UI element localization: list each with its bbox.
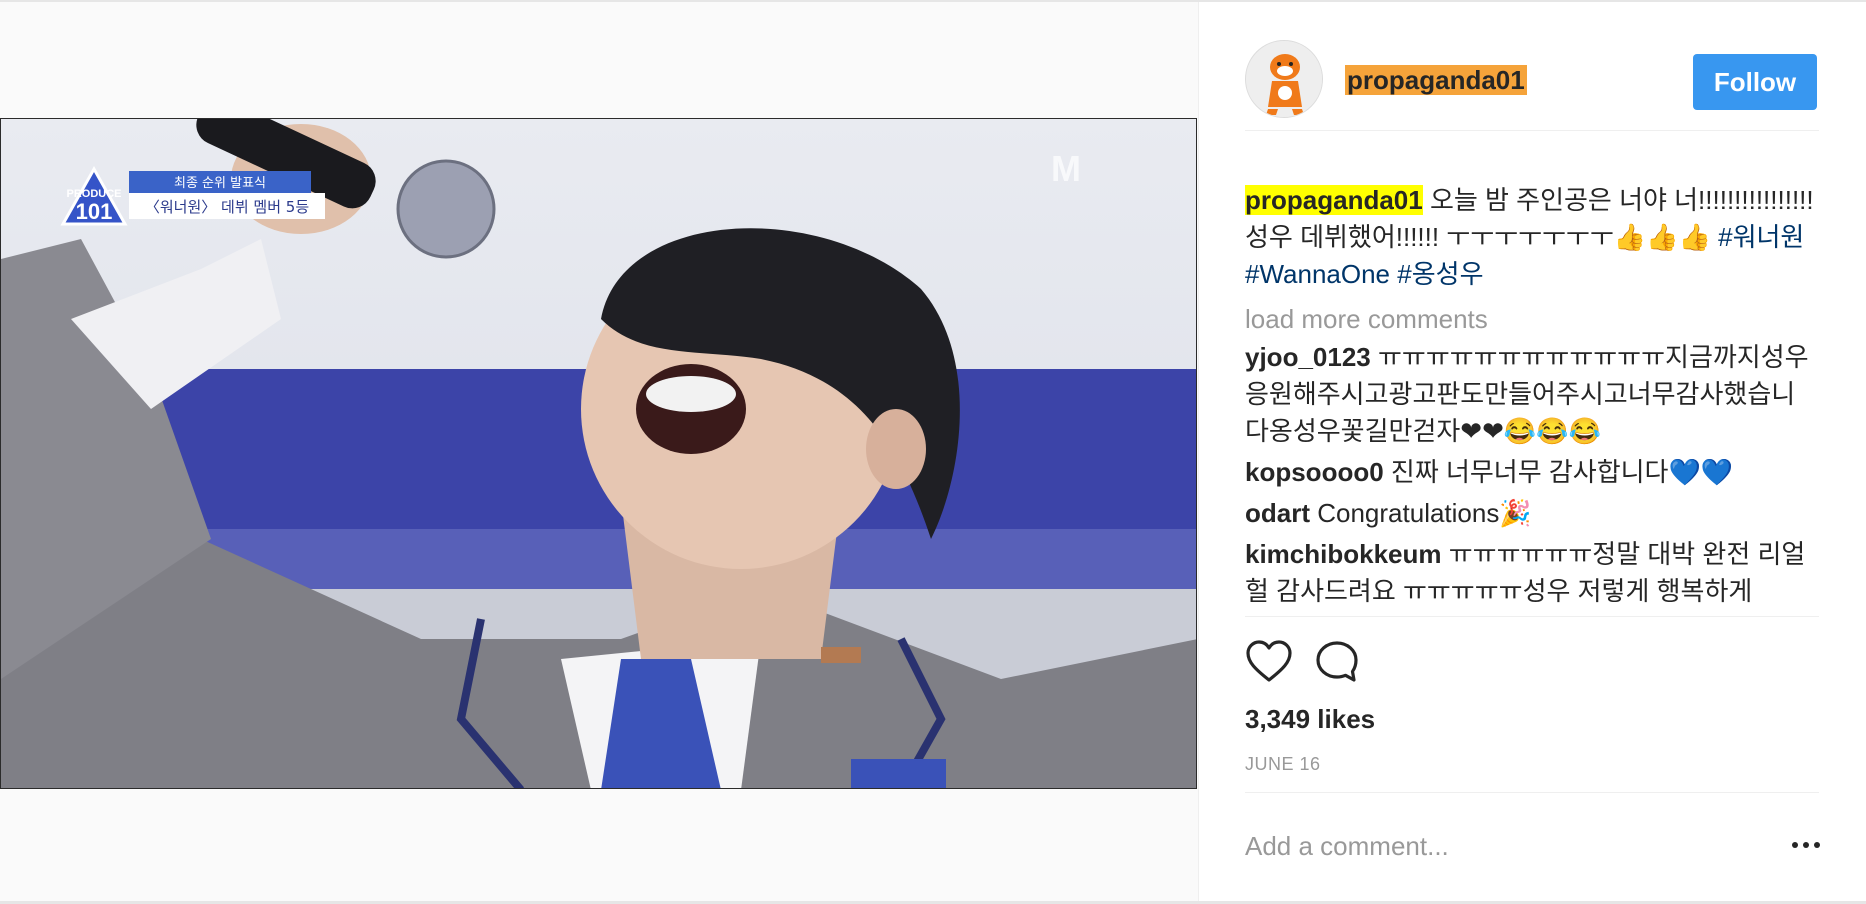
caption-line2: 〈워너원〉 데뷔 멤버 5등 [145, 198, 309, 216]
show-logo-line2: 101 [76, 199, 113, 224]
avatar[interactable] [1245, 40, 1323, 118]
channel-logo: M [1051, 148, 1081, 189]
comment-item: kopsoooo0 진짜 너무너무 감사합니다💙💙 [1245, 454, 1819, 491]
comment-username[interactable]: kopsoooo0 [1245, 457, 1384, 487]
caption: propaganda01 오늘 밤 주인공은 너야 너!!!!!!!!!!!!!… [1245, 182, 1819, 293]
footer-divider [1245, 792, 1819, 793]
post-details-panel: propaganda01 Follow propaganda01 오늘 밤 주인… [1198, 2, 1866, 901]
caption-line1: 최종 순위 발표식 [174, 176, 266, 191]
caption-username[interactable]: propaganda01 [1245, 185, 1423, 215]
broadcast-caption: 최종 순위 발표식 〈워너원〉 데뷔 멤버 5등 [129, 171, 325, 219]
hashtag-link[interactable]: #WannaOne [1245, 259, 1390, 289]
comment-username[interactable]: odart [1245, 498, 1310, 528]
post-actions [1245, 638, 1445, 688]
video-frame-illustration: PRODUCE 101 최종 순위 발표식 〈워너원〉 데뷔 멤버 5등 M [1, 119, 1196, 788]
more-options-icon[interactable] [1791, 832, 1821, 856]
add-comment-input[interactable] [1245, 826, 1725, 866]
comment-item: kimchibokkeum ㅠㅠㅠㅠㅠㅠ정말 대박 완전 리얼 헐 감사드려요 … [1245, 536, 1819, 610]
comment-username[interactable]: kimchibokkeum [1245, 539, 1442, 569]
comments-divider [1245, 616, 1819, 617]
heart-icon[interactable] [1245, 638, 1293, 686]
comment-bubble-icon[interactable] [1313, 638, 1361, 686]
comment-item: yjoo_0123 ㅠㅠㅠㅠㅠㅠㅠㅠㅠㅠㅠㅠ지금까지성우응원해주시고광고판도만들… [1245, 339, 1819, 450]
post-date[interactable]: JUNE 16 [1245, 754, 1321, 775]
comment-username[interactable]: yjoo_0123 [1245, 342, 1371, 372]
likes-count[interactable]: 3,349 likes [1245, 703, 1375, 735]
comment-text: 진짜 너무너무 감사합니다💙💙 [1390, 457, 1734, 487]
tiger-mascot-icon [1246, 41, 1322, 117]
hashtag-link[interactable]: #워너원 [1718, 222, 1804, 252]
follow-button[interactable]: Follow [1693, 54, 1817, 110]
header-divider [1245, 130, 1819, 131]
hashtag-link[interactable]: #옹성우 [1397, 259, 1483, 289]
comments-list: propaganda01 오늘 밤 주인공은 너야 너!!!!!!!!!!!!!… [1245, 182, 1819, 616]
comment-item: odart Congratulations🎉 [1245, 495, 1819, 532]
media-area: PRODUCE 101 최종 순위 발표식 〈워너원〉 데뷔 멤버 5등 M [0, 2, 1198, 901]
load-more-comments-link[interactable]: load more comments [1245, 301, 1819, 337]
comment-text: Congratulations🎉 [1317, 498, 1532, 528]
post-header: propaganda01 Follow [1245, 40, 1819, 120]
post-video[interactable]: PRODUCE 101 최종 순위 발표식 〈워너원〉 데뷔 멤버 5등 M [0, 118, 1197, 789]
header-username[interactable]: propaganda01 [1345, 65, 1527, 95]
